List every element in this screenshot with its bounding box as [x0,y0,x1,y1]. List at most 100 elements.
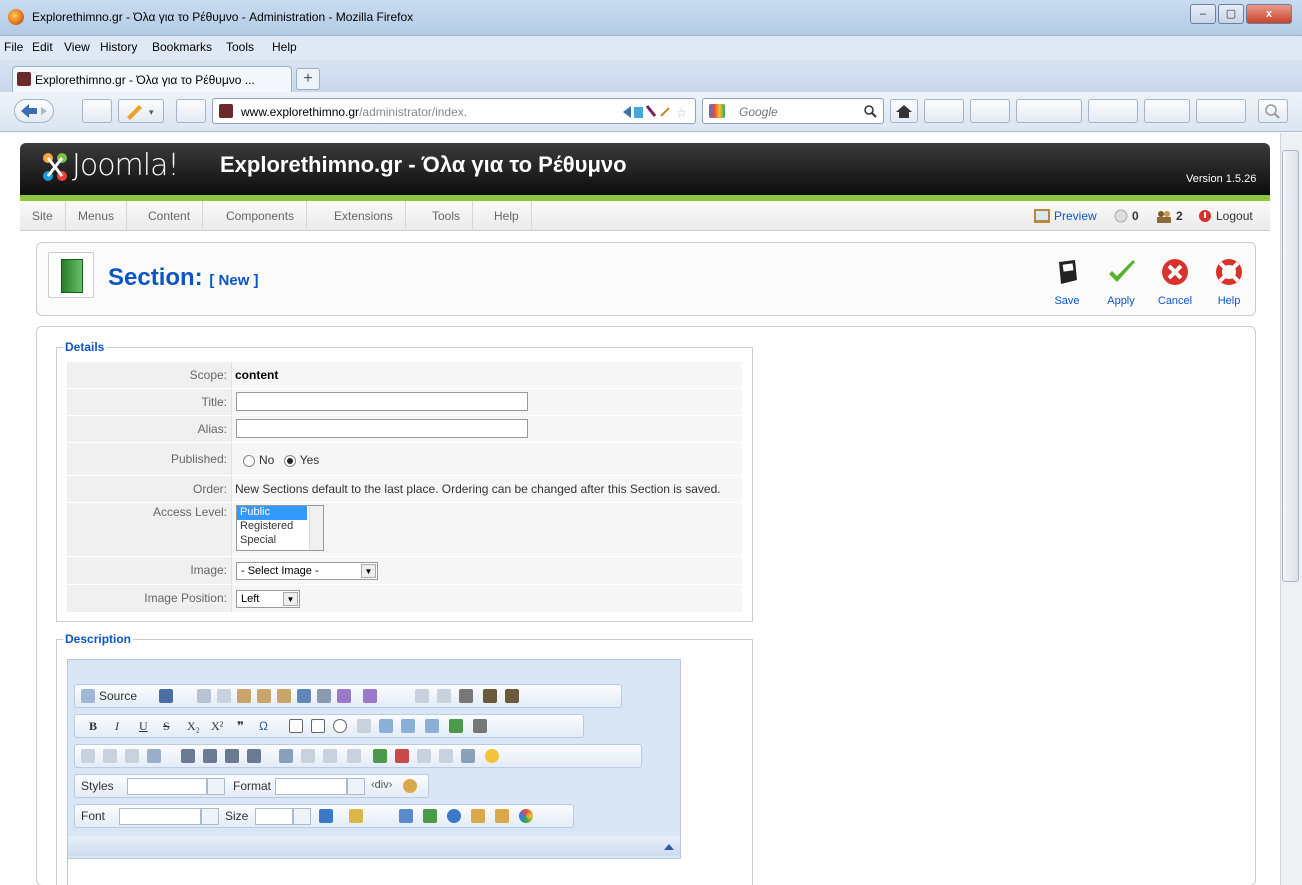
size-select[interactable] [255,808,293,825]
textfield-icon[interactable] [357,719,371,733]
smiley-icon[interactable] [485,749,499,763]
users-count[interactable]: 2 [1176,201,1183,231]
numbered-list-icon[interactable] [81,749,95,763]
access-level-listbox[interactable]: Public Registered Special [236,505,324,551]
title-input[interactable] [236,392,528,411]
media-icon[interactable] [423,809,437,823]
text-color-icon[interactable] [319,809,333,823]
zoom-icon[interactable] [403,779,417,793]
plugin-2-icon[interactable] [495,809,509,823]
radio-icon[interactable] [333,719,347,733]
scrollbar-thumb[interactable] [1282,150,1299,582]
zoom-button[interactable] [1258,99,1288,123]
select-all-icon[interactable] [297,689,311,703]
pencil-tool-button[interactable]: ▾ [118,99,164,123]
bold-button[interactable]: B [89,719,97,734]
page-break-icon[interactable] [461,749,475,763]
blockquote-button[interactable]: ❞ [237,719,244,733]
menu-tools[interactable]: Tools [226,40,254,54]
unlink-icon[interactable] [301,749,315,763]
image-icon[interactable] [373,749,387,763]
addon-button-6[interactable] [1088,99,1138,123]
show-blocks-button[interactable]: ‹div› [371,779,392,791]
special-char-button[interactable]: Ω [259,719,268,733]
subscript-button[interactable]: X₂ [187,719,200,734]
admin-menu-content[interactable]: Content [136,201,204,231]
menu-bookmarks[interactable]: Bookmarks [152,40,212,54]
admin-menu-extensions[interactable]: Extensions [322,201,406,231]
search-bar[interactable]: Google [702,98,884,124]
indent-icon[interactable] [147,749,161,763]
chevron-down-icon[interactable] [207,778,225,795]
image-button-icon[interactable] [449,719,463,733]
eraser-icon[interactable] [459,689,473,703]
published-no-radio[interactable] [243,454,255,467]
toolbar-collapse-bar[interactable] [68,836,680,856]
find-icon[interactable] [483,689,497,703]
styles-select[interactable] [127,778,207,795]
paste-word-icon[interactable] [277,689,291,703]
listbox-scrollbar[interactable] [309,506,323,550]
outdent-icon[interactable] [125,749,139,763]
published-yes-radio[interactable] [283,454,296,467]
admin-menu-help[interactable]: Help [482,201,532,231]
image-select[interactable]: - Select Image - ▼ [236,562,378,580]
superscript-button[interactable]: X² [211,719,223,734]
save-doc-icon[interactable] [159,689,173,703]
save-button[interactable]: Save [1042,256,1092,312]
undo-icon[interactable] [415,689,429,703]
bg-color-icon[interactable] [349,809,363,823]
source-button[interactable]: Source [99,689,137,703]
color-wheel-icon[interactable] [519,809,533,823]
justify-icon[interactable] [247,749,261,763]
button-field-icon[interactable] [425,719,439,733]
help-button[interactable]: Help [1204,256,1254,312]
checkbox-icon[interactable] [311,719,325,733]
select-field-icon[interactable] [401,719,415,733]
addon-button-3[interactable] [924,99,964,123]
addon-button-1[interactable] [82,99,112,123]
plugin-icon[interactable] [471,809,485,823]
editor-text-area[interactable] [68,858,681,885]
close-window-button[interactable]: x [1246,4,1292,24]
align-right-icon[interactable] [225,749,239,763]
addon-button-4[interactable] [970,99,1010,123]
image-position-select[interactable]: Left ▼ [236,590,300,608]
strike-button[interactable]: S [163,719,170,734]
addon-button-7[interactable] [1144,99,1190,123]
readmore-icon[interactable] [399,809,413,823]
horizontal-rule-icon[interactable] [439,749,453,763]
textarea-icon[interactable] [379,719,393,733]
addon-button-5[interactable] [1016,99,1082,123]
hidden-field-icon[interactable] [473,719,487,733]
italic-button[interactable]: I [115,719,119,734]
chevron-down-icon[interactable] [293,808,311,825]
info-icon[interactable] [447,809,461,823]
table-icon[interactable] [417,749,431,763]
underline-button[interactable]: U [139,719,148,734]
access-option-public[interactable]: Public [237,506,307,520]
paste-icon[interactable] [237,689,251,703]
spellcheck-icon[interactable] [337,689,351,703]
chevron-down-icon[interactable] [347,778,365,795]
home-button[interactable] [890,99,918,123]
print-icon[interactable] [317,689,331,703]
admin-menu-site[interactable]: Site [20,201,66,231]
spellcheck-dropdown-icon[interactable] [363,689,377,703]
maximize-button[interactable]: ▢ [1218,4,1244,24]
new-tab-button[interactable]: + [296,68,320,90]
redo-icon[interactable] [437,689,451,703]
logout-link[interactable]: Logout [1216,201,1253,231]
form-icon[interactable] [289,719,303,733]
url-bar[interactable]: www.explorethimno.gr/administrator/index… [212,98,696,124]
menu-edit[interactable]: Edit [32,40,53,54]
bullet-list-icon[interactable] [103,749,117,763]
back-forward-button[interactable] [14,99,54,123]
font-select[interactable] [119,808,201,825]
cancel-button[interactable]: Cancel [1150,256,1200,312]
alias-input[interactable] [236,419,528,438]
copy-icon[interactable] [217,689,231,703]
menu-help[interactable]: Help [272,40,297,54]
align-left-icon[interactable] [181,749,195,763]
anchor-2-icon[interactable] [347,749,361,763]
